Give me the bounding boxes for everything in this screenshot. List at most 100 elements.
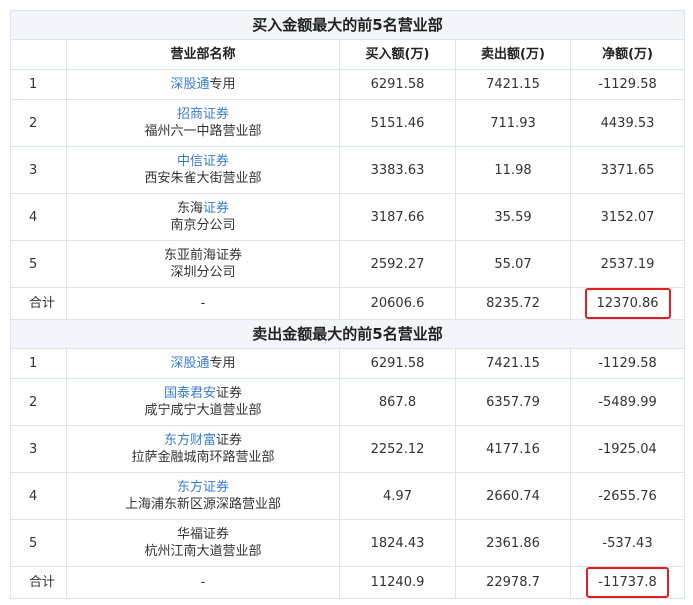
branch-location: 西安朱雀大街营业部 (144, 171, 262, 186)
branch-name-cell: 东海证券南京分公司 (66, 193, 340, 241)
column-header-row: 营业部名称 买入额(万) 卖出额(万) 净额(万) (10, 39, 686, 70)
rank-cell: 2 (10, 378, 67, 426)
rank-cell: 2 (10, 99, 67, 147)
branch-location: 咸宁咸宁大道营业部 (144, 403, 262, 418)
branch-name-cell: 东方证券上海浦东新区源深路营业部 (66, 472, 340, 520)
rank-cell: 4 (10, 472, 67, 520)
broker-link[interactable]: 东方财富 (164, 433, 216, 448)
highlighted-net-total: 12370.86 (584, 288, 671, 319)
branch-name-header: 营业部名称 (66, 39, 340, 70)
sell-row-3: 3 东方财富证券拉萨金融城南环路营业部 2252.12 4177.16 -192… (10, 425, 686, 473)
sell-row-4: 4 东方证券上海浦东新区源深路营业部 4.97 2660.74 -2655.76 (10, 472, 686, 520)
branch-name-cell: 招商证券福州六一中路营业部 (66, 99, 340, 147)
buy-row-2: 2 招商证券福州六一中路营业部 5151.46 711.93 4439.53 (10, 99, 686, 147)
sell-section-title: 卖出金额最大的前5名营业部 (9, 319, 686, 349)
highlighted-net-total: -11737.8 (586, 567, 669, 598)
broker-name: 华福证券 (176, 527, 229, 542)
buy-amount-cell: 4.97 (339, 472, 456, 520)
rank-cell: 3 (10, 146, 67, 194)
summary-net-cell: -11737.8 (569, 566, 686, 599)
broker-link[interactable]: 中信证券 (177, 154, 229, 169)
broker-name-suffix: 专用 (209, 77, 236, 92)
rank-cell: 4 (10, 193, 67, 241)
buy-amount-cell: 3187.66 (339, 193, 456, 241)
broker-link[interactable]: 招商证券 (177, 107, 229, 122)
sell-amount-cell: 2660.74 (455, 472, 571, 520)
sell-amount-header: 卖出额(万) (455, 39, 571, 70)
summary-name-cell: - (66, 566, 340, 599)
broker-name-prefix: 东海 (176, 201, 203, 216)
net-amount-cell: -1925.04 (569, 425, 686, 473)
buy-amount-cell: 6291.58 (339, 69, 456, 100)
buy-row-5: 5 东亚前海证券 深圳分公司 2592.27 55.07 2537.19 (10, 240, 686, 288)
branch-name-cell: 中信证券西安朱雀大街营业部 (66, 146, 340, 194)
branch-location: 南京分公司 (170, 218, 236, 233)
branch-name-cell: 东亚前海证券 深圳分公司 (66, 240, 340, 288)
sell-amount-cell: 6357.79 (455, 378, 571, 426)
sell-amount-cell: 7421.15 (455, 69, 571, 100)
net-amount-cell: 2537.19 (569, 240, 686, 288)
broker-ranking-panel: 买入金额最大的前5名营业部 营业部名称 买入额(万) 卖出额(万) 净额(万) … (9, 10, 686, 599)
branch-name-cell: 国泰君安证券 咸宁咸宁大道营业部 (66, 378, 340, 426)
summary-label: 合计 (10, 287, 67, 320)
summary-buy-cell: 11240.9 (339, 566, 456, 599)
branch-location: 福州六一中路营业部 (144, 124, 262, 139)
rank-cell: 1 (10, 348, 67, 379)
sell-summary-row: 合计 - 11240.9 22978.7 -11737.8 (10, 566, 686, 599)
net-amount-cell: -1129.58 (569, 348, 686, 379)
branch-name-cell: 东方财富证券拉萨金融城南环路营业部 (66, 425, 340, 473)
branch-location: 拉萨金融城南环路营业部 (131, 450, 275, 465)
broker-link[interactable]: 证券 (203, 201, 229, 216)
summary-sell-cell: 8235.72 (455, 287, 571, 320)
summary-label: 合计 (10, 566, 67, 599)
sell-amount-cell: 55.07 (455, 240, 571, 288)
broker-link[interactable]: 深股通 (170, 77, 209, 92)
rank-header (10, 39, 67, 70)
buy-amount-cell: 2592.27 (339, 240, 456, 288)
sell-amount-cell: 711.93 (455, 99, 571, 147)
buy-amount-cell: 1824.43 (339, 519, 456, 567)
sell-amount-cell: 7421.15 (455, 348, 571, 379)
buy-section-title-row: 买入金额最大的前5名营业部 (9, 10, 686, 40)
broker-link[interactable]: 国泰君安 (164, 386, 216, 401)
summary-buy-cell: 20606.6 (339, 287, 456, 320)
sell-amount-cell: 4177.16 (455, 425, 571, 473)
branch-location: 深圳分公司 (170, 265, 236, 280)
sell-row-5: 5 华福证券杭州江南大道营业部 1824.43 2361.86 -537.43 (10, 519, 686, 567)
broker-name: 东亚前海证券 (163, 248, 242, 263)
sell-amount-cell: 2361.86 (455, 519, 571, 567)
buy-section-title: 买入金额最大的前5名营业部 (9, 10, 686, 40)
rank-cell: 1 (10, 69, 67, 100)
buy-row-1: 1 深股通专用 6291.58 7421.15 -1129.58 (10, 69, 686, 100)
sell-section-title-row: 卖出金额最大的前5名营业部 (9, 319, 686, 349)
net-amount-cell: 4439.53 (569, 99, 686, 147)
buy-amount-header: 买入额(万) (339, 39, 456, 70)
buy-amount-cell: 5151.46 (339, 99, 456, 147)
buy-row-4: 4 东海证券 南京分公司 3187.66 35.59 3152.07 (10, 193, 686, 241)
rank-cell: 5 (10, 519, 67, 567)
net-amount-header: 净额(万) (569, 39, 686, 70)
sell-row-2: 2 国泰君安证券 咸宁咸宁大道营业部 867.8 6357.79 -5489.99 (10, 378, 686, 426)
rank-cell: 3 (10, 425, 67, 473)
summary-net-cell: 12370.86 (569, 287, 686, 320)
broker-ranking-table: 买入金额最大的前5名营业部 营业部名称 买入额(万) 卖出额(万) 净额(万) … (9, 10, 686, 599)
net-amount-cell: -2655.76 (569, 472, 686, 520)
branch-name-cell: 深股通专用 (66, 348, 340, 379)
broker-name-suffix: 专用 (209, 356, 236, 371)
broker-link[interactable]: 东方证券 (177, 480, 229, 495)
branch-location: 上海浦东新区源深路营业部 (124, 497, 281, 512)
net-amount-cell: -5489.99 (569, 378, 686, 426)
buy-summary-row: 合计 - 20606.6 8235.72 12370.86 (10, 287, 686, 320)
buy-amount-cell: 2252.12 (339, 425, 456, 473)
broker-link[interactable]: 深股通 (170, 356, 209, 371)
branch-name-cell: 华福证券杭州江南大道营业部 (66, 519, 340, 567)
rank-cell: 5 (10, 240, 67, 288)
buy-amount-cell: 3383.63 (339, 146, 456, 194)
net-amount-cell: -1129.58 (569, 69, 686, 100)
broker-name-suffix: 证券 (216, 433, 243, 448)
summary-name-cell: - (66, 287, 340, 320)
net-amount-cell: -537.43 (569, 519, 686, 567)
sell-row-1: 1 深股通专用 6291.58 7421.15 -1129.58 (10, 348, 686, 379)
branch-location: 杭州江南大道营业部 (144, 544, 262, 559)
sell-amount-cell: 11.98 (455, 146, 571, 194)
